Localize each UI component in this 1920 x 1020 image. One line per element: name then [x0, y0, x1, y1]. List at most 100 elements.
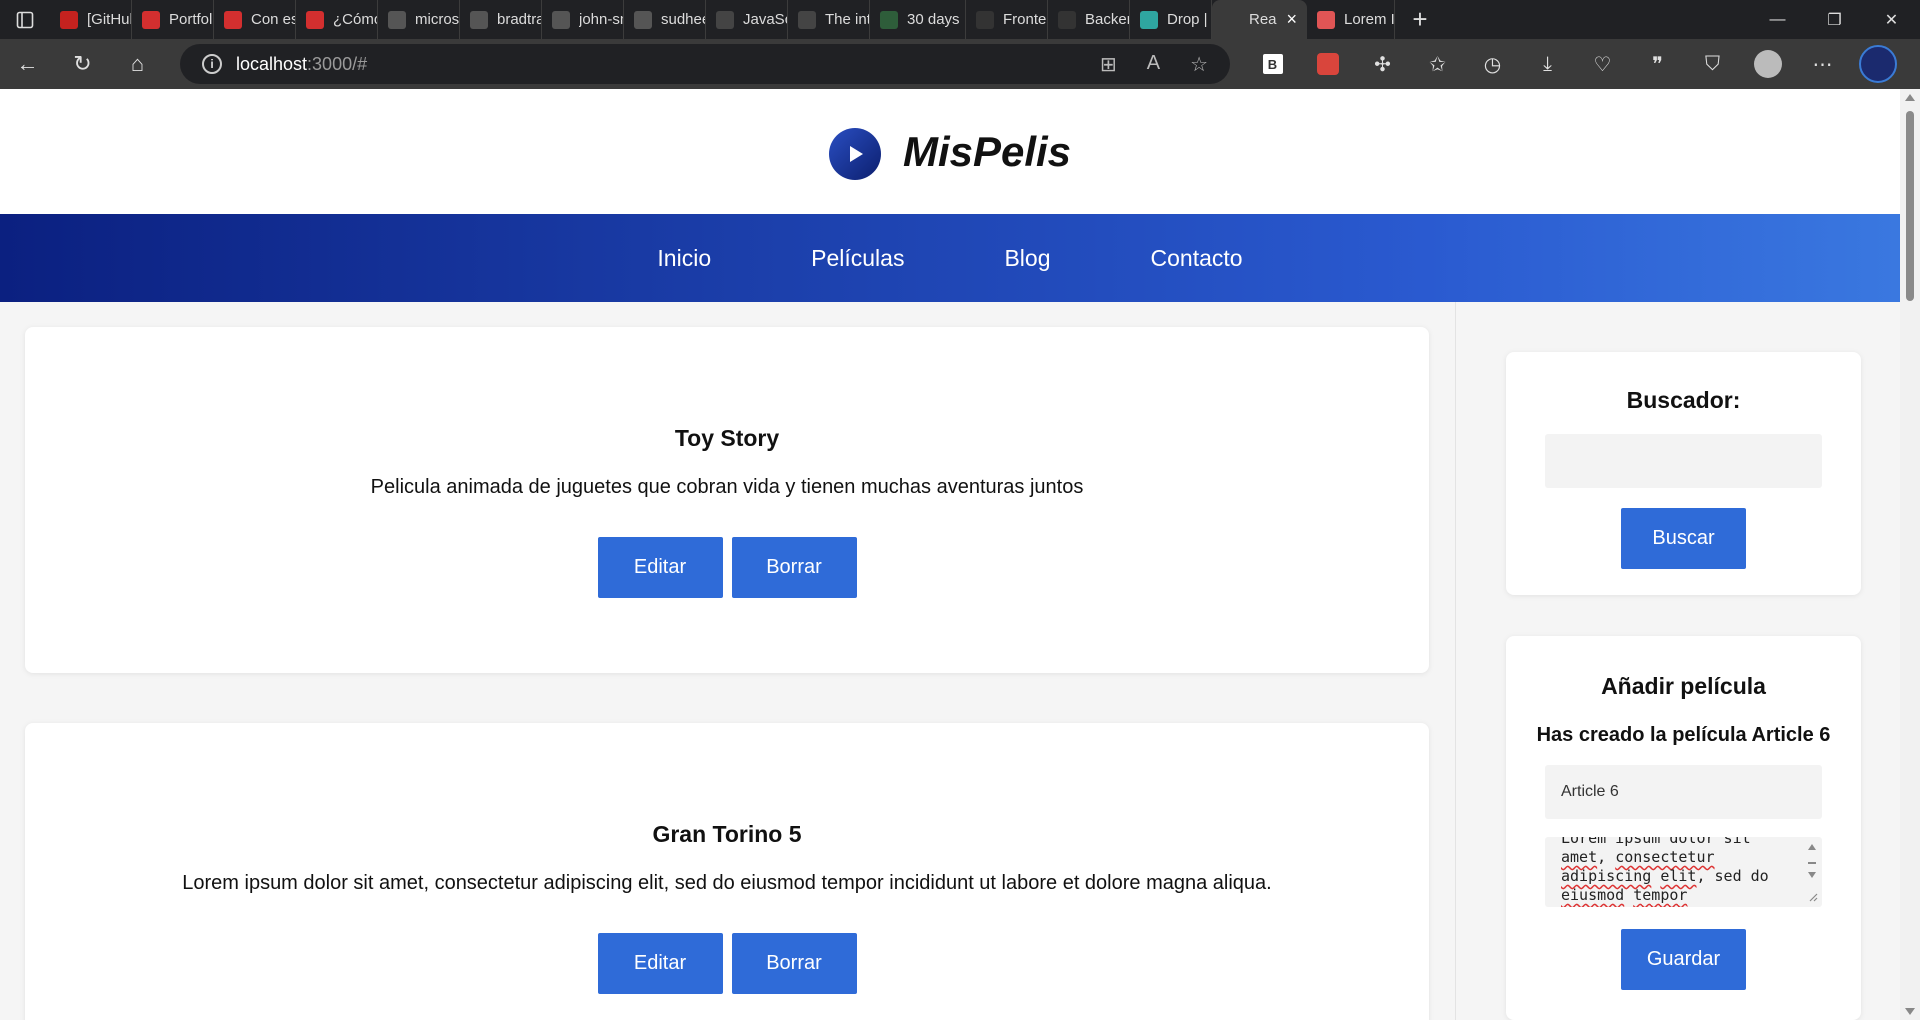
movie-list: Toy Story Pelicula animada de juguetes q…: [0, 302, 1455, 1020]
app-available-icon[interactable]: ⊞: [1100, 52, 1117, 77]
site-header: MisPelis: [0, 89, 1900, 214]
history-icon[interactable]: ◷: [1465, 52, 1520, 77]
tab-title: john-sm: [579, 11, 623, 28]
search-heading: Buscador:: [1626, 387, 1741, 413]
browser-tab[interactable]: Drop | N: [1130, 0, 1212, 39]
tab-title: Fronten: [1003, 11, 1047, 28]
movie-title: Toy Story: [674, 425, 780, 451]
r-icon: [1058, 10, 1076, 29]
browser-tab[interactable]: Rea ×: [1212, 0, 1307, 39]
extensions-puzzle-icon[interactable]: ✣: [1355, 52, 1410, 77]
address-bar[interactable]: i localhost:3000/# ⊞ A ☆: [180, 44, 1230, 84]
url-path: :3000/#: [307, 53, 368, 74]
site-info-icon[interactable]: i: [202, 54, 222, 74]
search-widget: Buscador: Buscar: [1506, 352, 1861, 595]
url-host: localhost: [236, 53, 308, 74]
browser-tab[interactable]: Backen: [1048, 0, 1130, 39]
textarea-scrollbar[interactable]: [1806, 841, 1818, 903]
browser-tab[interactable]: Lorem I: [1307, 0, 1395, 39]
page-scrollbar[interactable]: [1900, 89, 1920, 1020]
settings-more-icon[interactable]: ⋯: [1795, 52, 1850, 77]
read-aloud-icon[interactable]: A: [1147, 52, 1160, 77]
brand-title: MisPelis: [902, 127, 1072, 175]
home-icon[interactable]: ⌂: [110, 39, 165, 89]
browser-tab[interactable]: john-sm: [542, 0, 624, 39]
youtube-icon: [224, 10, 242, 29]
minimize-button[interactable]: —: [1749, 0, 1806, 39]
tab-title: microso: [415, 11, 459, 28]
extension-b-icon[interactable]: B: [1245, 54, 1300, 74]
refresh-icon[interactable]: ↻: [55, 39, 110, 89]
extension-red-icon[interactable]: [1300, 53, 1355, 75]
tab-title: bradtra: [497, 11, 541, 28]
profile-avatar[interactable]: [1740, 50, 1795, 78]
tab-title: Rea: [1249, 11, 1277, 28]
page-viewport: MisPelis Inicio Películas Blog Contacto …: [0, 89, 1900, 1020]
movie-card: Gran Torino 5 Lorem ipsum dolor sit amet…: [25, 723, 1429, 1020]
movie-description: Lorem ipsum dolor sit amet, consectetur …: [182, 872, 1272, 894]
textarea-line: eiusmod tempor: [1561, 886, 1688, 904]
scroll-thumb[interactable]: [1906, 111, 1914, 301]
search-input[interactable]: [1545, 434, 1822, 488]
main-nav: Inicio Películas Blog Contacto: [0, 214, 1900, 302]
browser-tab[interactable]: bradtra: [460, 0, 542, 39]
new-tab-button[interactable]: +: [1395, 4, 1445, 35]
browser-essentials-icon[interactable]: ⛉: [1685, 53, 1740, 76]
delete-button[interactable]: Borrar: [731, 537, 857, 598]
textarea-line: Lorem ipsum dolor sit: [1561, 837, 1751, 847]
github-icon: [634, 10, 652, 29]
r-icon: [976, 10, 994, 29]
nav-peliculas[interactable]: Películas: [811, 245, 904, 272]
favorites-icon[interactable]: ✩: [1410, 52, 1465, 77]
nav-inicio[interactable]: Inicio: [657, 245, 711, 272]
restore-button[interactable]: ❐: [1806, 0, 1863, 39]
copilot-icon[interactable]: [1850, 45, 1905, 83]
browser-tab[interactable]: The inte: [788, 0, 870, 39]
browser-tab[interactable]: Fronten: [966, 0, 1048, 39]
browser-tab[interactable]: [GitHub: [50, 0, 132, 39]
browser-tab[interactable]: Portfolio: [132, 0, 214, 39]
favorite-star-icon[interactable]: ☆: [1190, 52, 1208, 77]
edit-button[interactable]: Editar: [597, 537, 723, 598]
movie-title: Gran Torino 5: [652, 821, 802, 847]
browser-tab[interactable]: Con est: [214, 0, 296, 39]
search-button[interactable]: Buscar: [1621, 508, 1746, 569]
tab-title: The inte: [825, 11, 869, 28]
movie-description: Pelicula animada de juguetes que cobran …: [370, 476, 1084, 498]
window-controls: — ❐ ✕: [1749, 0, 1920, 39]
browser-tab[interactable]: sudheer: [624, 0, 706, 39]
delete-button[interactable]: Borrar: [731, 933, 857, 994]
browser-tab[interactable]: 30 days: [870, 0, 966, 39]
movie-description-textarea[interactable]: Lorem ipsum dolor sit amet, consectetur …: [1545, 837, 1822, 907]
workspaces-icon[interactable]: [0, 0, 50, 39]
play-logo-icon: [828, 127, 881, 180]
github-icon: [388, 10, 406, 29]
lorem-icon: [1317, 10, 1335, 29]
movie-title-input[interactable]: [1545, 765, 1822, 819]
add-movie-heading: Añadir película: [1601, 673, 1766, 699]
save-button[interactable]: Guardar: [1621, 929, 1746, 990]
u-icon: [798, 10, 816, 29]
nav-blog[interactable]: Blog: [1004, 245, 1050, 272]
github-icon: [552, 10, 570, 29]
downloads-icon[interactable]: ⤓: [1520, 53, 1575, 76]
browser-toolbar: ← ↻ ⌂ i localhost:3000/# ⊞ A ☆ B ✣ ✩ ◷ ⤓…: [0, 39, 1920, 89]
nav-contacto[interactable]: Contacto: [1151, 245, 1243, 272]
tab-title: ¿Cómo: [333, 11, 377, 28]
created-status-message: Has creado la película Article 6: [1536, 724, 1831, 746]
close-window-button[interactable]: ✕: [1863, 0, 1920, 39]
scroll-up-icon[interactable]: [1905, 94, 1915, 101]
browser-tab[interactable]: microso: [378, 0, 460, 39]
browser-tab[interactable]: JavaScri: [706, 0, 788, 39]
browser-tab[interactable]: ¿Cómo: [296, 0, 378, 39]
edit-button[interactable]: Editar: [597, 933, 723, 994]
scroll-down-icon[interactable]: [1905, 1008, 1915, 1015]
textarea-line: amet, consectetur: [1561, 848, 1715, 866]
performance-icon[interactable]: ♡: [1575, 52, 1630, 77]
react-icon: [1222, 10, 1240, 29]
back-icon[interactable]: ←: [0, 39, 55, 89]
quotes-icon[interactable]: ❞: [1630, 52, 1685, 77]
sidebar: Buscador: Buscar Añadir película Has cre…: [1455, 302, 1900, 1020]
tab-title: Portfolio: [169, 11, 213, 28]
close-tab-icon[interactable]: ×: [1286, 9, 1297, 30]
